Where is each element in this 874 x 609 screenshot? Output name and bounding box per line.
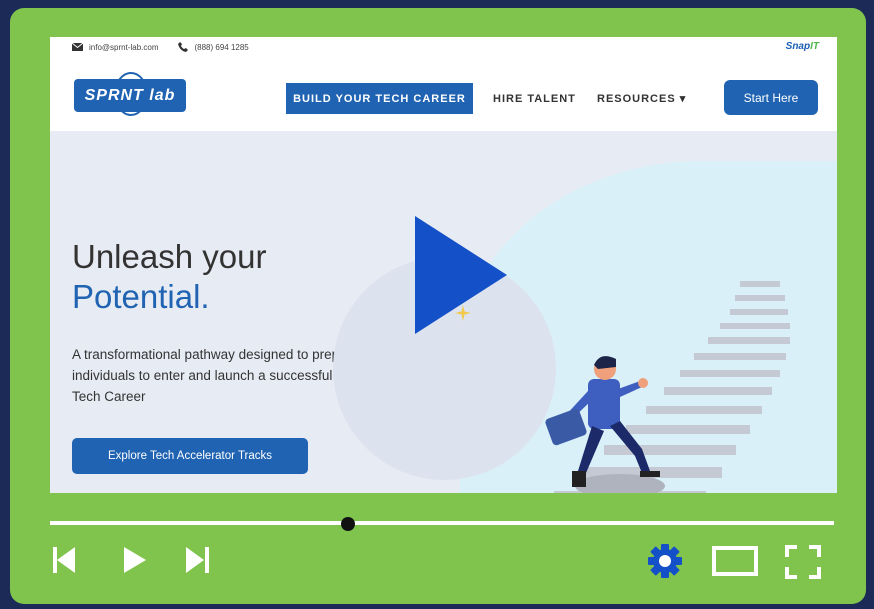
nav-build-career[interactable]: BUILD YOUR TECH CAREER [286, 83, 473, 114]
partner-logo-a: Snap [785, 41, 811, 52]
nav-resources[interactable]: RESOURCES ▾ [597, 83, 686, 114]
contact-bar: info@sprnt-lab.com (888) 694 1285 SnapIT [50, 37, 837, 57]
phone-item: (888) 694 1285 [178, 42, 249, 52]
phone-text[interactable]: (888) 694 1285 [194, 43, 248, 52]
site-navbar: SPRNT lab BUILD YOUR TECH CAREER HIRE TA… [50, 57, 837, 131]
partner-logo: SnapIT [786, 41, 819, 52]
hero-headline-line1: Unleash your [72, 238, 267, 275]
email-text[interactable]: info@sprnt-lab.com [89, 43, 158, 52]
phone-icon [178, 42, 189, 52]
partner-logo-b: IT [810, 41, 819, 52]
nav-hire-talent[interactable]: HIRE TALENT [493, 83, 576, 114]
start-here-button[interactable]: Start Here [724, 80, 818, 115]
hero-section: Unleash your Potential. A transformation… [50, 131, 837, 493]
video-content[interactable]: info@sprnt-lab.com (888) 694 1285 SnapIT… [50, 37, 837, 493]
email-item: info@sprnt-lab.com [72, 43, 158, 52]
hero-headline-line2: Potential. [72, 278, 210, 315]
theater-mode-icon[interactable] [712, 546, 758, 576]
sprnt-lab-logo[interactable]: SPRNT lab [74, 79, 186, 112]
explore-tracks-button[interactable]: Explore Tech Accelerator Tracks [72, 438, 308, 474]
hero-description: A transformational pathway designed to p… [72, 347, 359, 404]
fullscreen-icon[interactable] [785, 545, 821, 579]
sparkle-icon [455, 305, 471, 321]
skip-back-icon[interactable] [53, 545, 75, 575]
progress-knob[interactable] [340, 517, 355, 531]
settings-gear-icon[interactable] [647, 543, 683, 579]
progress-track[interactable] [50, 521, 834, 525]
skip-forward-icon[interactable] [186, 545, 210, 575]
mail-icon [72, 43, 83, 51]
play-icon[interactable] [124, 545, 146, 575]
